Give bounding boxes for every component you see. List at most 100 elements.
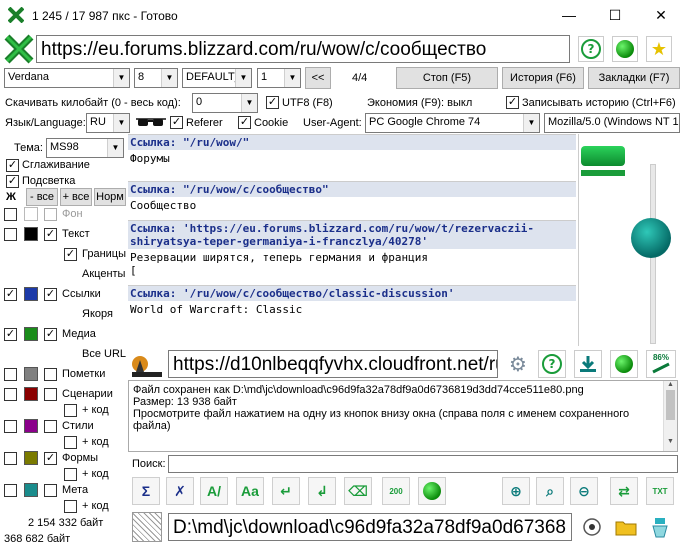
code-checkbox[interactable] [64,500,77,513]
help-icon[interactable]: ? [578,36,604,62]
all-minus-button[interactable]: - все [26,188,58,206]
info-scrollbar[interactable]: ▲ ▼ [663,381,677,451]
all-plus-button[interactable]: + все [60,188,92,206]
url-input[interactable]: https://eu.forums.blizzard.com/ru/wow/c/… [36,35,570,63]
bold-checkbox[interactable] [44,484,57,497]
user-agent-select[interactable]: PC Google Chrome 74 ▼ [365,113,540,133]
economy-label[interactable]: Экономия (F9): выкл [367,97,472,109]
bold-checkbox[interactable] [44,208,57,221]
record-history-checkbox[interactable]: ✓ [506,96,519,109]
folder-icon[interactable] [612,513,640,541]
return-icon[interactable]: ↲ [308,477,336,505]
user-agent-string-input[interactable]: Mozilla/5.0 (Windows NT 10 [544,113,680,133]
translit-icon[interactable]: A/ [200,477,228,505]
bold-checkbox[interactable] [44,420,57,433]
color-swatch[interactable] [24,327,38,341]
link-header[interactable]: Ссылка: '/ru/wow/c/сообщество/classic-di… [128,285,576,301]
theme-select[interactable]: MS98 ▼ [46,138,124,158]
enable-checkbox[interactable] [4,420,17,433]
link-header[interactable]: Ссылка: "/ru/wow/c/сообщество" [128,181,576,197]
download-kb-select[interactable]: 0 ▼ [192,93,258,113]
enable-checkbox[interactable] [4,388,17,401]
image-go-icon[interactable] [610,350,638,378]
level-select[interactable]: 1 ▼ [257,68,301,88]
back-button[interactable]: << [305,67,331,89]
open-folder-eye-icon[interactable] [578,513,606,541]
nav-logo-icon[interactable] [4,34,34,64]
enable-checkbox[interactable] [4,208,17,221]
insert-icon[interactable]: ↵ [272,477,300,505]
download-icon[interactable] [574,350,602,378]
palette-label: Границы [82,248,126,260]
smoothing-checkbox[interactable]: ✓ [6,159,19,172]
minimize-button[interactable]: — [546,0,592,30]
referer-checkbox[interactable]: ✓ [170,116,183,129]
bold-checkbox[interactable]: ✓ [44,228,57,241]
bold-checkbox[interactable] [44,368,57,381]
zoom-in-icon[interactable]: ⊕ [502,477,530,505]
link-header[interactable]: Ссылка: 'https://eu.forums.blizzard.com/… [128,220,576,249]
cookie-checkbox[interactable]: ✓ [238,116,251,129]
settings-gear-icon[interactable]: ⚙ [504,350,532,378]
color-swatch[interactable] [24,483,38,497]
color-swatch[interactable] [24,451,38,465]
highlight-checkbox[interactable]: ✓ [6,175,19,188]
enable-checkbox[interactable]: ✓ [4,328,17,341]
zoom-icon[interactable]: ⌕ [536,477,564,505]
zoom-out-icon[interactable]: ⊖ [570,477,598,505]
color-swatch[interactable] [24,207,38,221]
link-header[interactable]: Ссылка: "/ru/wow/" [128,134,576,150]
remove-text-icon[interactable]: ✗ [166,477,194,505]
image-url-input[interactable]: https://d10nlbeqqfyvhx.cloudfront.net/ru [168,350,498,378]
bold-checkbox[interactable]: ✓ [44,288,57,301]
page-content[interactable]: Ссылка: "/ru/wow/" Форумы Ссылка: "/ru/wow… [128,134,576,346]
text-stats-icon[interactable]: Σ [132,477,160,505]
language-select[interactable]: RU ▼ [86,113,130,133]
file-info-box[interactable]: Файл сохранен как D:\md\jc\download\c96d… [128,380,678,452]
color-swatch[interactable] [24,387,38,401]
go-icon[interactable] [612,36,638,62]
bold-checkbox[interactable] [44,388,57,401]
optimize-percent-icon[interactable]: 86% [646,350,676,378]
saved-path-input[interactable]: D:\md\jc\download\c96d9fa32a78df9a0d6736… [168,513,572,541]
enable-checkbox[interactable] [4,484,17,497]
run-icon[interactable] [418,477,446,505]
enable-checkbox[interactable] [4,228,17,241]
maximize-button[interactable]: ☐ [592,0,638,30]
utf8-checkbox[interactable]: ✓ [266,96,279,109]
charset-select[interactable]: DEFAULT_ ▼ [182,68,252,88]
color-swatch[interactable] [24,367,38,381]
color-swatch[interactable] [24,227,38,241]
bold-checkbox[interactable]: ✓ [44,328,57,341]
palette-row: Фон [4,206,126,224]
code-checkbox[interactable] [64,468,77,481]
color-swatch[interactable] [24,419,38,433]
search-input[interactable] [168,455,678,473]
enable-checkbox[interactable] [4,368,17,381]
palette-label: Медиа [62,328,96,340]
close-button[interactable]: ✕ [638,0,684,30]
favorite-star-icon[interactable]: ★ [646,36,672,62]
clean-html-icon[interactable]: ⌫ [344,477,372,505]
bold-checkbox[interactable]: ✓ [44,452,57,465]
font-select[interactable]: Verdana ▼ [4,68,130,88]
http-200-icon[interactable]: 200 [382,477,410,505]
enable-checkbox[interactable] [4,452,17,465]
bold-checkbox[interactable]: ✓ [64,248,77,261]
incognito-glasses-icon[interactable] [136,114,166,130]
enable-checkbox[interactable]: ✓ [4,288,17,301]
case-icon[interactable]: Aa [236,477,264,505]
norm-button[interactable]: Норм [94,188,126,206]
font-size-select[interactable]: 8 ▼ [134,68,178,88]
export-txt-icon[interactable]: TXT [646,477,674,505]
clean-icon[interactable] [646,513,674,541]
color-swatch[interactable] [24,287,38,301]
code-checkbox[interactable] [64,404,77,417]
swap-icon[interactable]: ⇄ [610,477,638,505]
image-help-icon[interactable]: ? [538,350,566,378]
code-checkbox[interactable] [64,436,77,449]
history-button[interactable]: История (F6) [502,67,584,89]
bookmarks-button[interactable]: Закладки (F7) [588,67,680,89]
stop-button[interactable]: Стоп (F5) [396,67,498,89]
path-pattern-icon[interactable] [132,512,162,542]
